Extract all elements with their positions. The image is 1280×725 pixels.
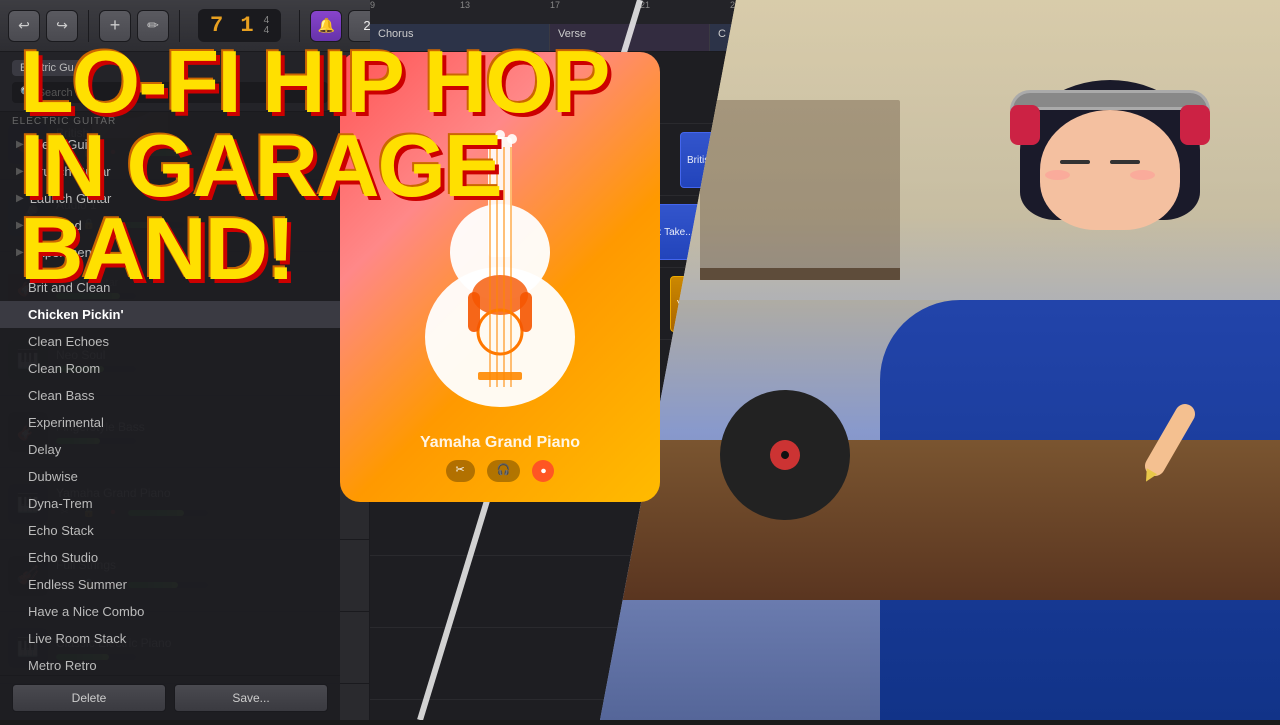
anime-blush-left — [1045, 170, 1070, 180]
shelf-board — [700, 268, 900, 280]
scissors-btn[interactable]: ✂ — [446, 460, 475, 482]
amp-item-dyna-trem[interactable]: Dyna-Trem — [0, 490, 340, 517]
ruler-mark-17: 17 — [550, 0, 560, 10]
amp-item-control[interactable]: Experimental — [0, 409, 340, 436]
amp-category-crunch-guitar[interactable]: ▶ Crunch Guitar — [0, 158, 340, 185]
ruler-mark-13: 13 — [460, 0, 470, 10]
headphone-right — [1180, 105, 1210, 145]
anime-eye-right — [1110, 160, 1140, 164]
headphones-btn[interactable]: 🎧 — [487, 460, 521, 482]
anime-eye-left — [1060, 160, 1090, 164]
search-icon: 🔍 — [20, 86, 34, 99]
search-container: 🔍 Search — [12, 82, 328, 103]
garageband-guitar-icon — [380, 117, 620, 437]
amp-bottom-bar: Delete Save... — [0, 675, 340, 720]
amp-item-endless-summer[interactable]: Endless Summer — [0, 571, 340, 598]
section-chorus: Chorus — [370, 24, 550, 52]
amp-item-clean-bass[interactable]: Clean Bass — [0, 382, 340, 409]
anime-headphones — [1010, 90, 1210, 150]
amp-category-distorted[interactable]: ▶ Distorted — [0, 212, 340, 239]
ruler-mark-9: 9 — [370, 0, 375, 10]
amp-panel-header: Electric Gu... 🔍 Search — [0, 52, 340, 112]
search-placeholder: Search — [38, 87, 73, 99]
save-button[interactable]: Save... — [174, 684, 328, 712]
garageband-splash: Yamaha Grand Piano ✂ 🎧 ⏺ — [340, 52, 660, 502]
amp-category-experimental[interactable]: ▶ Experimental — [0, 239, 340, 266]
amp-item-dubwise[interactable]: Dubwise — [0, 463, 340, 490]
gb-subtitle-text: Yamaha Grand Piano — [340, 434, 660, 452]
beat-counter: 7 1 — [210, 13, 256, 38]
anime-blush-right — [1130, 170, 1155, 180]
amp-tab-guitar[interactable]: Electric Gu... — [12, 60, 91, 76]
amp-panel: Electric Gu... 🔍 Search Electric Guitar … — [0, 52, 340, 720]
divider — [0, 266, 340, 274]
amp-item-live-room-stack[interactable]: Live Room Stack — [0, 625, 340, 652]
amp-item-echo-studio[interactable]: Echo Studio — [0, 544, 340, 571]
gb-controls: ✂ 🎧 ⏺ — [340, 460, 660, 482]
ruler-mark-21: 21 — [640, 0, 650, 10]
amp-item-delay[interactable]: Delay — [0, 436, 340, 463]
gb-subtitle: Yamaha Grand Piano ✂ 🎧 ⏺ — [340, 434, 660, 482]
time-signature: 4 4 — [264, 16, 270, 36]
amp-item-brit-and-clean[interactable]: Brit and Clean — [0, 274, 340, 301]
section-verse: Verse — [550, 24, 710, 52]
amp-category-clean-guitar[interactable]: ▶ Clean Guitar — [0, 131, 340, 158]
amp-item-have-nice-combo[interactable]: Have a Nice Combo — [0, 598, 340, 625]
headphone-left — [1010, 105, 1040, 145]
amp-list: Electric Guitar ▶ Clean Guitar ▶ Crunch … — [0, 112, 340, 675]
bookshelf — [700, 100, 900, 280]
delete-button[interactable]: Delete — [12, 684, 166, 712]
amp-category-launch-guitar[interactable]: ▶ Launch Guitar — [0, 185, 340, 212]
amp-item-clean-echoes[interactable]: Clean Echoes — [0, 328, 340, 355]
amp-item-echo-stack[interactable]: Echo Stack — [0, 517, 340, 544]
headphone-band — [1010, 90, 1210, 110]
amp-section-electric-guitar: Electric Guitar — [0, 112, 340, 131]
amp-item-metro-retro[interactable]: Metro Retro — [0, 652, 340, 675]
amp-item-clean-room[interactable]: Clean Room — [0, 355, 340, 382]
anime-desk-surface — [600, 440, 1280, 600]
amp-item-chicken-pickin[interactable]: Chicken Pickin' — [0, 301, 340, 328]
record-btn[interactable]: ⏺ — [532, 460, 554, 482]
